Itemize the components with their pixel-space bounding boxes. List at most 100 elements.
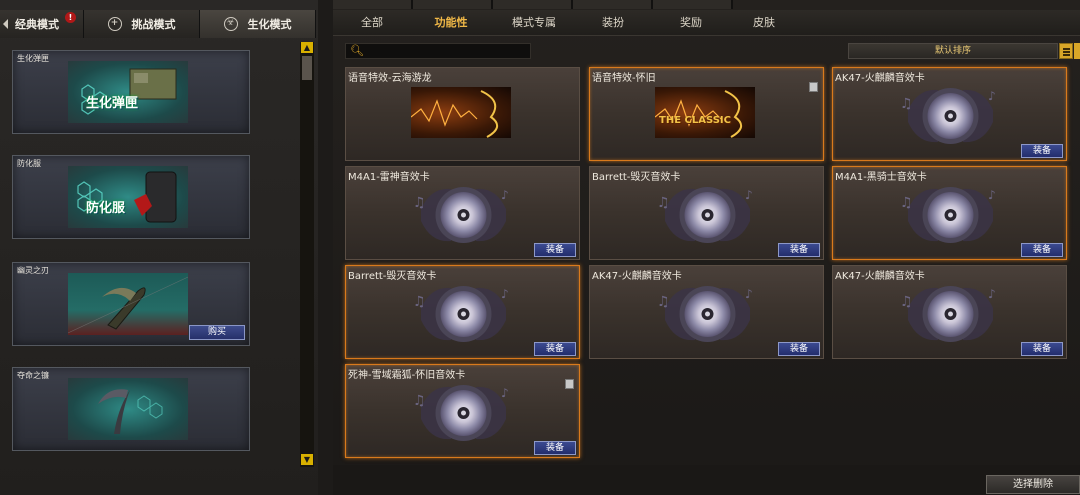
left-item-list: 生化弹匣 生化弹匣 防化服 防化服 幽灵之刃 购买 夺命之镰 <box>0 42 300 467</box>
sort-side-handle <box>1074 43 1080 59</box>
disc-icon: ♫ ♪ <box>413 187 509 243</box>
tab-functional[interactable]: 功能性 <box>411 10 491 36</box>
sound-card-image: ♫ ♪ <box>898 80 1003 152</box>
tab-classic-mode[interactable]: 经典模式 ! <box>0 10 84 38</box>
svg-text:♪: ♪ <box>745 188 753 202</box>
equip-button[interactable]: 装备 <box>534 342 576 356</box>
item-card-name: 语音特效-怀旧 <box>592 73 656 84</box>
item-card[interactable]: Barrett-毁灭音效卡 ♫ ♪ 装备 <box>345 265 580 359</box>
svg-text:♫: ♫ <box>413 195 426 211</box>
strip-segment <box>493 0 573 9</box>
item-card[interactable]: AK47-火麒麟音效卡 ♫ ♪ 装备 <box>832 265 1067 359</box>
tab-rewards[interactable]: 奖励 <box>649 10 733 36</box>
item-card-reaper-scythe[interactable]: 夺命之镰 <box>12 367 250 451</box>
scroll-down-icon[interactable]: ▼ <box>301 454 313 465</box>
tab-label: 经典模式 <box>15 18 59 31</box>
arrow-left-icon[interactable] <box>3 19 8 29</box>
item-title: 防化服 <box>17 159 41 168</box>
item-grid: 语音特效-云海游龙 语音特效-怀旧 THE CLASSIC AK47-火麒麟音效卡 <box>345 67 1069 462</box>
equip-button[interactable]: 装备 <box>1021 144 1063 158</box>
item-card-ghost-blade[interactable]: 幽灵之刃 购买 <box>12 262 250 346</box>
tab-outfit[interactable]: 装扮 <box>577 10 649 36</box>
disc-icon: ♫ ♪ <box>900 286 996 342</box>
trash-icon[interactable] <box>565 379 574 389</box>
equip-button[interactable]: 装备 <box>778 243 820 257</box>
search-icon[interactable]: 🔍︎ <box>350 45 364 57</box>
svg-text:♪: ♪ <box>501 386 509 400</box>
item-card[interactable]: 语音特效-怀旧 THE CLASSIC <box>589 67 824 161</box>
item-card[interactable]: Barrett-毁灭音效卡 ♫ ♪ 装备 <box>589 166 824 260</box>
tab-challenge-mode[interactable]: + 挑战模式 <box>84 10 200 38</box>
equip-button[interactable]: 装备 <box>534 441 576 455</box>
svg-text:♫: ♫ <box>657 195 670 211</box>
item-title: 生化弹匣 <box>17 54 49 63</box>
hazmat-suit-image: 防化服 <box>68 166 188 228</box>
item-card[interactable]: 语音特效-云海游龙 <box>345 67 580 161</box>
item-title: 幽灵之刃 <box>17 266 49 275</box>
tab-mode-exclusive[interactable]: 模式专属 <box>491 10 577 36</box>
svg-text:♫: ♫ <box>413 294 426 310</box>
left-scrollbar[interactable]: ▲ ▼ <box>300 42 314 467</box>
bottom-bar: 选择删除 <box>333 465 1080 495</box>
classic-banner-image: THE CLASSIC <box>655 87 755 138</box>
tab-all[interactable]: 全部 <box>333 10 411 36</box>
sound-card-image: ♫ ♪ <box>655 278 760 350</box>
svg-text:♫: ♫ <box>413 393 426 409</box>
item-card-hazmat-suit[interactable]: 防化服 防化服 <box>12 155 250 239</box>
item-card[interactable]: 死神-雪域霜狐-怀旧音效卡 ♫ ♪ 装备 <box>345 364 580 458</box>
svg-text:♪: ♪ <box>745 287 753 301</box>
sound-card-image: ♫ ♪ <box>655 179 760 251</box>
item-card[interactable]: AK47-火麒麟音效卡 ♫ ♪ 装备 <box>832 67 1067 161</box>
svg-text:♪: ♪ <box>988 287 996 301</box>
disc-icon: ♫ ♪ <box>413 286 509 342</box>
scroll-up-icon[interactable]: ▲ <box>301 42 313 53</box>
mode-tabs: 经典模式 ! + 挑战模式 ☣ 生化模式 <box>0 10 316 38</box>
equip-button[interactable]: 装备 <box>1021 243 1063 257</box>
disc-icon: ♫ ♪ <box>657 187 753 243</box>
disc-icon: ♫ ♪ <box>657 286 753 342</box>
ghost-blade-image <box>68 273 188 335</box>
svg-text:♪: ♪ <box>988 89 996 103</box>
equip-button[interactable]: 装备 <box>534 243 576 257</box>
item-card[interactable]: M4A1-黑骑士音效卡 ♫ ♪ 装备 <box>832 166 1067 260</box>
tab-skins[interactable]: 皮肤 <box>733 10 795 36</box>
dragon-banner-image <box>411 87 511 138</box>
banner-text: THE CLASSIC <box>659 115 731 126</box>
bio-magazine-image: 生化弹匣 <box>68 61 188 123</box>
equip-button[interactable]: 装备 <box>1021 342 1063 356</box>
item-card-bio-magazine[interactable]: 生化弹匣 生化弹匣 <box>12 50 250 134</box>
reaper-scythe-image <box>68 378 188 440</box>
scythe-icon <box>68 276 188 334</box>
tab-label: 挑战模式 <box>131 18 176 31</box>
top-strip <box>333 0 1080 9</box>
sound-card-image: ♫ ♪ <box>411 278 516 350</box>
sound-card-image: ♫ ♪ <box>898 179 1003 251</box>
item-title: 夺命之镰 <box>17 371 49 380</box>
filter-tabs: 全部 功能性 模式专属 装扮 奖励 皮肤 <box>333 10 1080 36</box>
trash-icon[interactable] <box>809 82 818 92</box>
strip-segment <box>653 0 733 9</box>
sort-dropdown[interactable]: 默认排序 <box>848 43 1058 59</box>
alert-icon: ! <box>65 12 76 23</box>
strip-segment <box>413 0 493 9</box>
right-panel: 全部 功能性 模式专属 装扮 奖励 皮肤 🔍︎ 默认排序 语音特效-云海游龙 语… <box>333 0 1080 495</box>
sound-card-image: ♫ ♪ <box>411 179 516 251</box>
tab-biochem-mode[interactable]: ☣ 生化模式 <box>200 10 316 38</box>
sound-card-image: ♫ ♪ <box>411 377 516 449</box>
buy-button[interactable]: 购买 <box>189 325 245 340</box>
search-input[interactable]: 🔍︎ <box>345 43 531 59</box>
strip-segment <box>333 0 413 9</box>
scroll-thumb[interactable] <box>302 56 312 80</box>
equip-button[interactable]: 装备 <box>778 342 820 356</box>
menu-icon[interactable] <box>1059 43 1073 59</box>
thumb-text: 防化服 <box>86 201 126 216</box>
item-card[interactable]: AK47-火麒麟音效卡 ♫ ♪ 装备 <box>589 265 824 359</box>
svg-text:♪: ♪ <box>988 188 996 202</box>
item-card[interactable]: M4A1-雷神音效卡 ♫ ♪ 装备 <box>345 166 580 260</box>
scythe-icon <box>98 389 163 434</box>
silhouette-icon <box>655 90 742 138</box>
thumb-text: 生化弹匣 <box>86 96 139 111</box>
svg-text:♫: ♫ <box>900 195 913 211</box>
svg-text:♪: ♪ <box>501 188 509 202</box>
select-delete-button[interactable]: 选择删除 <box>986 475 1080 494</box>
